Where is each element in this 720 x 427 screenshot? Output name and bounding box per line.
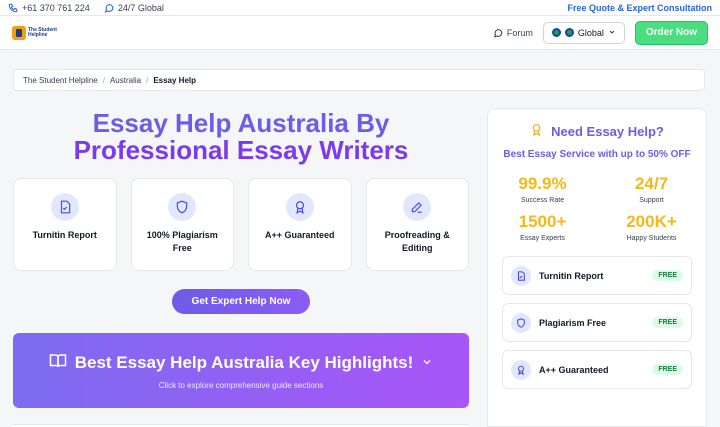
- page-title-line2: Professional Essay Writers: [73, 135, 409, 165]
- globe-flag-icon: [551, 28, 561, 37]
- breadcrumb-australia[interactable]: Australia: [110, 76, 141, 85]
- help-sidebar: Need Essay Help? Best Essay Service with…: [487, 108, 707, 427]
- page-title-line1: Essay Help Australia By: [92, 108, 390, 138]
- breadcrumb-separator: /: [146, 75, 149, 85]
- chevron-down-icon: [608, 28, 616, 38]
- book-open-icon: [49, 352, 67, 375]
- stat-caption: Support: [639, 197, 664, 204]
- stat-support: 24/7 Support: [597, 174, 706, 204]
- free-quote-link[interactable]: Free Quote & Expert Consultation: [567, 3, 712, 13]
- free-badge: FREE: [652, 317, 683, 328]
- region-label: Global: [577, 27, 604, 38]
- free-badge: FREE: [652, 270, 683, 281]
- perk-item: Plagiarism Free FREE: [502, 303, 692, 342]
- feature-cards: Turnitin Report 100% Plagiarism Free A++…: [13, 178, 469, 271]
- logo-mark-icon: [12, 25, 26, 40]
- stat-caption: Essay Experts: [520, 235, 565, 242]
- breadcrumb-current: Essay Help: [153, 75, 197, 85]
- stat-value: 1500+: [518, 212, 567, 231]
- feature-label: Turnitin Report: [32, 230, 97, 240]
- logo-text-line2: Helpline: [28, 31, 48, 38]
- stat-essay-experts: 1500+ Essay Experts: [488, 212, 597, 242]
- feature-card: 100% Plagiarism Free: [130, 178, 234, 271]
- page-title: Essay Help Australia By Professional Ess…: [13, 110, 469, 164]
- feature-label: Proofreading & Editing: [384, 230, 450, 253]
- stat-value: 99.9%: [518, 174, 567, 193]
- global-support-label: 24/7 Global: [117, 2, 164, 13]
- stat-caption: Happy Students: [626, 235, 677, 242]
- feature-card: Proofreading & Editing: [365, 178, 469, 271]
- document-check-icon: [511, 265, 531, 286]
- forum-link[interactable]: Forum: [493, 28, 533, 38]
- highlights-accordion[interactable]: Best Essay Help Australia Key Highlights…: [13, 333, 469, 408]
- feature-card: A++ Guaranteed: [248, 178, 352, 271]
- stat-success-rate: 99.9% Success Rate: [488, 174, 597, 204]
- perk-item: Turnitin Report FREE: [502, 256, 692, 295]
- region-selector[interactable]: Global: [542, 21, 625, 44]
- shield-icon: [511, 312, 531, 333]
- stat-value: 200K+: [626, 212, 677, 231]
- stats-grid: 99.9% Success Rate 24/7 Support 1500+ Es…: [488, 174, 706, 242]
- global-support: 24/7 Global: [104, 3, 164, 13]
- pencil-icon: [403, 193, 432, 221]
- forum-label: Forum: [506, 27, 533, 38]
- globe-flag-icon: [564, 28, 574, 37]
- award-icon: [511, 359, 531, 380]
- perk-label: Turnitin Report: [539, 270, 604, 281]
- perk-item: A++ Guaranteed FREE: [502, 350, 692, 389]
- feature-label: A++ Guaranteed: [264, 230, 335, 240]
- phone-number: +61 370 761 224: [22, 2, 90, 13]
- free-badge: FREE: [652, 364, 683, 375]
- document-check-icon: [50, 193, 79, 221]
- perk-list: Turnitin Report FREE Plagiarism Free FRE…: [488, 256, 706, 389]
- top-info-bar: +61 370 761 224 24/7 Global Free Quote &…: [0, 0, 720, 16]
- shield-icon: [168, 193, 197, 221]
- sidebar-subtitle: Best Essay Service with up to 50% OFF: [503, 149, 691, 160]
- breadcrumb-home[interactable]: The Student Helpline: [23, 76, 98, 85]
- highlights-title: Best Essay Help Australia Key Highlights…: [74, 353, 414, 372]
- main-header: The Student Helpline Forum Global Order …: [0, 16, 720, 50]
- highlights-subtitle: Click to explore comprehensive guide sec…: [158, 380, 324, 390]
- stat-happy-students: 200K+ Happy Students: [597, 212, 706, 242]
- chat-icon: [104, 3, 114, 13]
- feature-label: 100% Plagiarism Free: [146, 230, 218, 253]
- phone-contact[interactable]: +61 370 761 224: [8, 3, 90, 13]
- stat-value: 24/7: [634, 174, 669, 193]
- feature-card: Turnitin Report: [13, 178, 117, 271]
- phone-icon: [8, 3, 18, 13]
- breadcrumb-separator: /: [102, 75, 105, 85]
- order-now-button[interactable]: Order Now: [634, 20, 708, 45]
- award-icon: [285, 193, 314, 221]
- perk-label: A++ Guaranteed: [539, 364, 609, 375]
- site-logo[interactable]: The Student Helpline: [12, 25, 57, 40]
- chevron-down-icon: [421, 353, 433, 373]
- get-expert-help-button[interactable]: Get Expert Help Now: [172, 289, 310, 314]
- perk-label: Plagiarism Free: [539, 317, 607, 328]
- sidebar-title: Need Essay Help?: [551, 123, 664, 139]
- breadcrumb: The Student Helpline / Australia / Essay…: [13, 69, 705, 91]
- stat-caption: Success Rate: [520, 197, 565, 204]
- chat-bubble-icon: [493, 28, 503, 38]
- award-icon: [530, 123, 543, 139]
